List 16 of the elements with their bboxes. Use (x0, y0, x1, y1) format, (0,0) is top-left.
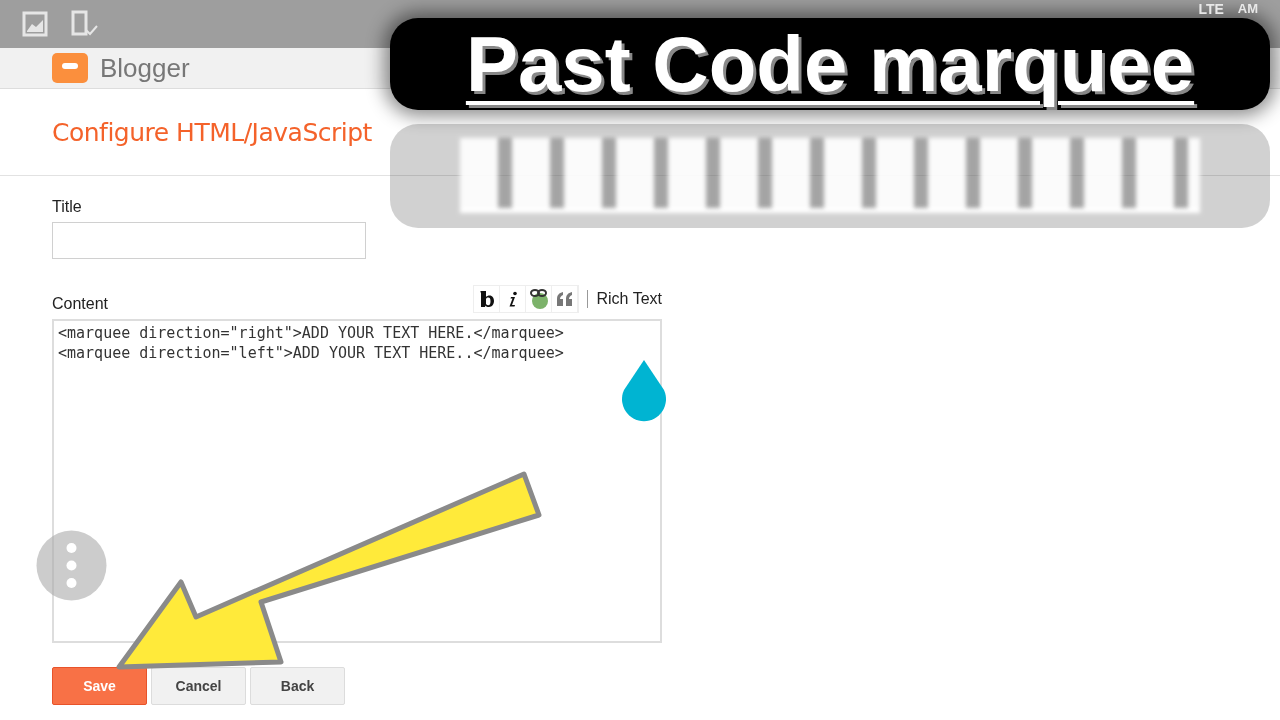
action-button[interactable]: Back (250, 667, 345, 705)
brand-name: Blogger (100, 52, 190, 84)
blogger-logo-icon (52, 53, 88, 83)
content-label: Content (52, 295, 109, 313)
title-input[interactable] (52, 222, 366, 259)
rich-text-link[interactable]: Rich Text (596, 290, 662, 308)
phone-check-icon[interactable] (70, 10, 98, 38)
network-label: LTE (1198, 1, 1224, 17)
headline-text: Past Code marquee (465, 18, 1195, 110)
more-menu-icon[interactable] (36, 530, 107, 601)
content-textarea[interactable]: <marquee direction="right">ADD YOUR TEXT HERE.</marquee> <marquee direction="left">ADD YOUR TEXT HERE..</marquee> (52, 319, 662, 643)
action-button[interactable]: Cancel (151, 667, 246, 705)
page-title: Configure HTML/JavaScript (52, 117, 372, 147)
image-icon[interactable] (22, 11, 48, 37)
title-label: Title (52, 198, 83, 216)
clock-label: AM (1237, 1, 1258, 16)
